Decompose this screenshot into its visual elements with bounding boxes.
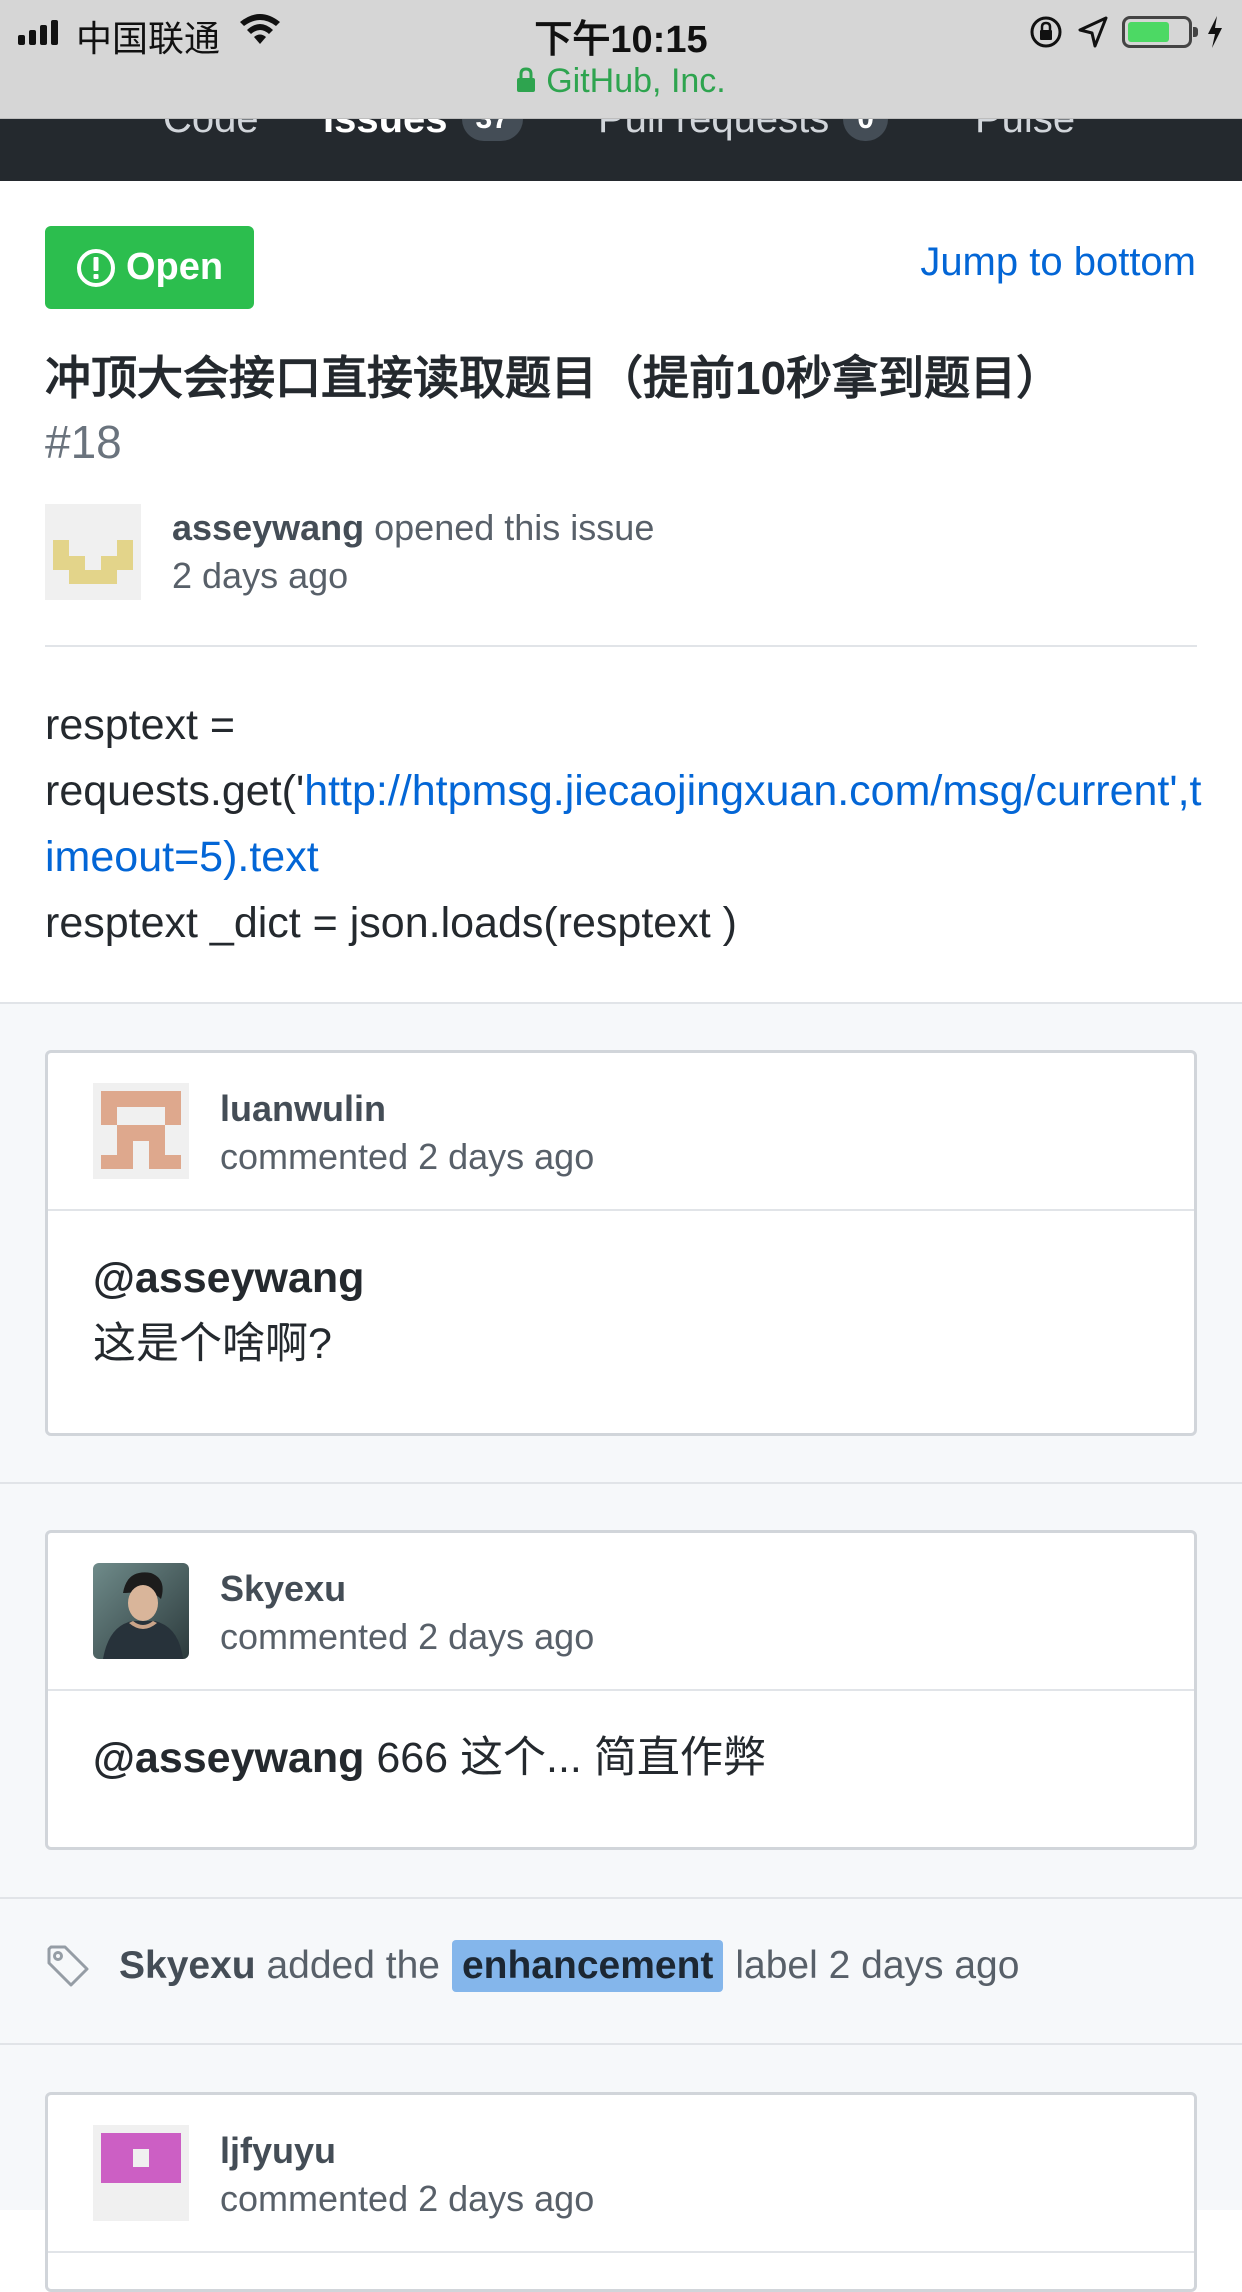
comment: luanwulin commented 2 days ago @asseywan…	[45, 1050, 1197, 1436]
label-event: Skyexu added the enhancement label 2 day…	[45, 1940, 1019, 1992]
issue-title-text: 冲顶大会接口直接读取题目（提前10秒拿到题目）	[45, 352, 1063, 404]
tab-pulse[interactable]: Pulse	[975, 119, 1075, 142]
divider	[0, 1897, 1242, 1899]
opened-action: opened this issue	[374, 507, 655, 548]
comment-author[interactable]: luanwulin	[220, 1088, 386, 1129]
issue-opened-icon	[76, 248, 115, 287]
divider	[0, 2043, 1242, 2045]
avatar[interactable]	[93, 1563, 189, 1659]
divider	[0, 1482, 1242, 1484]
site-identity: GitHub, Inc.	[0, 62, 1242, 101]
issue-number: #18	[45, 416, 122, 468]
comment-meta: luanwulin commented 2 days ago	[220, 1085, 594, 1181]
identicon-ljfyuyu	[93, 2125, 189, 2221]
comment-text: 这是个啥啊?	[93, 1320, 332, 1368]
comment-meta: Skyexu commented 2 days ago	[220, 1565, 594, 1661]
lock-icon	[517, 67, 536, 93]
pull-requests-count-badge: 0	[843, 119, 888, 141]
comment-text: 666 这个... 简直作弊	[364, 1734, 766, 1782]
site-name: GitHub, Inc.	[546, 62, 726, 100]
status-bar: 中国联通 下午10:15 GitHub, Inc.	[0, 0, 1242, 119]
identicon-luanwulin	[93, 1083, 189, 1179]
identicon-asseywang	[45, 504, 141, 600]
body-text-segment: requests.get('	[45, 767, 305, 815]
avatar[interactable]	[93, 1083, 189, 1179]
comment-meta: ljfyuyu commented 2 days ago	[220, 2127, 594, 2223]
mention-link[interactable]: @asseywang	[93, 1254, 364, 1302]
body-line: resptext =	[45, 701, 236, 749]
comment-author[interactable]: Skyexu	[220, 1568, 346, 1609]
status-badge: Open	[45, 226, 254, 309]
avatar[interactable]	[45, 504, 141, 600]
comment: Skyexu commented 2 days ago @asseywang 6…	[45, 1530, 1197, 1850]
divider	[45, 645, 1197, 647]
comment: ljfyuyu commented 2 days ago	[45, 2092, 1197, 2292]
avatar[interactable]	[93, 2125, 189, 2221]
orientation-lock-icon	[1030, 16, 1062, 48]
comment-time: commented 2 days ago	[220, 1616, 595, 1657]
charging-bolt-icon	[1208, 16, 1222, 48]
page-title: 冲顶大会接口直接读取题目（提前10秒拿到题目） #18	[45, 346, 1205, 474]
location-arrow-icon	[1078, 16, 1108, 48]
profile-photo-skyexu	[93, 1563, 189, 1659]
tab-issues[interactable]: Issues37	[323, 119, 523, 142]
jump-to-bottom-link[interactable]: Jump to bottom	[920, 240, 1196, 285]
author-link[interactable]: asseywang	[172, 507, 364, 548]
battery-icon	[1122, 16, 1198, 48]
repo-nav: Code Issues37 Pull requests0 Pulse	[0, 119, 1242, 181]
tag-icon	[47, 1945, 89, 1987]
event-text: added the	[266, 1944, 440, 1987]
body-line: resptext _dict = json.loads(resptext )	[45, 899, 737, 947]
comment-author[interactable]: ljfyuyu	[220, 2130, 336, 2171]
comment-body: @asseywang 这是个啥啊?	[48, 1211, 1194, 1411]
status-label: Open	[125, 246, 224, 288]
issue-opened-meta: asseywang opened this issue 2 days ago	[172, 504, 654, 600]
label-badge[interactable]: enhancement	[451, 1940, 724, 1992]
comment-time: commented 2 days ago	[220, 2178, 595, 2219]
event-actor[interactable]: Skyexu	[119, 1944, 256, 1988]
mention-link[interactable]: @asseywang	[93, 1734, 364, 1782]
issues-count-badge: 37	[461, 119, 523, 141]
battery-level	[1128, 22, 1169, 42]
opened-time: 2 days ago	[172, 555, 349, 596]
event-time: label 2 days ago	[735, 1944, 1020, 1987]
issue-body: resptext = requests.get('http://htpmsg.j…	[45, 692, 1205, 956]
comment-body: @asseywang 666 这个... 简直作弊	[48, 1691, 1194, 1825]
comment-time: commented 2 days ago	[220, 1136, 595, 1177]
tab-code[interactable]: Code	[163, 119, 259, 142]
tab-pull-requests[interactable]: Pull requests0	[598, 119, 888, 142]
